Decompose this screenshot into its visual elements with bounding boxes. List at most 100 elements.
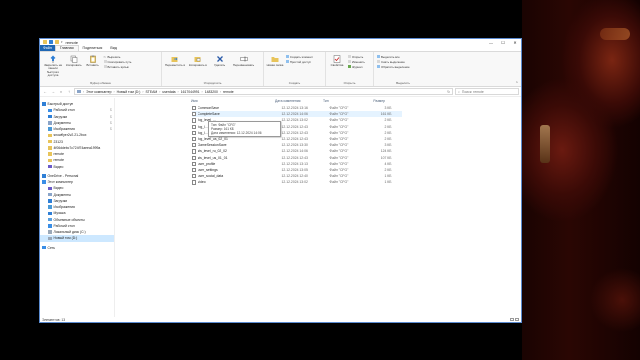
properties-icon[interactable] (49, 40, 53, 44)
breadcrumb-steam[interactable]: STEAM (146, 90, 158, 94)
address-bar[interactable]: › Этот компьютер › Новый том (D:) › STEA… (74, 88, 453, 95)
copy-path-icon (103, 60, 107, 64)
computer-icon (42, 180, 46, 184)
new-folder-button[interactable]: Новая папка (266, 55, 284, 67)
file-icon (192, 106, 196, 111)
new-item-button[interactable]: Создать элемент (285, 54, 313, 59)
cloud-icon (42, 174, 46, 178)
nav-item-label: 4f06ddebc7c724f74aeea1999a (53, 145, 101, 150)
title-bar[interactable]: ▾ remote — ☐ ✕ (40, 39, 521, 45)
back-arrow-icon[interactable]: ← (42, 89, 48, 94)
network-icon (42, 245, 46, 250)
breadcrumb-app-id[interactable]: 1483200 (205, 90, 218, 94)
status-bar: Элементов: 13 (40, 317, 521, 322)
cut-button[interactable]: ✂ Вырезать (104, 55, 132, 60)
navigation-pane[interactable]: Быстрый доступ Рабочий стол ⊼ Загрузки ⊼ Доку… (40, 98, 115, 317)
new-item-label: Создать элемент (289, 54, 313, 59)
large-icons-view-icon[interactable] (515, 317, 519, 322)
create-group: Новая папка Создать элемент Простой дост… (264, 52, 326, 86)
breadcrumb-remote[interactable]: remote (223, 90, 234, 94)
recent-locations-icon[interactable]: ▾ (58, 90, 64, 94)
history-button[interactable]: Журнал (347, 65, 365, 69)
paste-shortcut-button[interactable]: Вставить ярлык (103, 64, 132, 69)
breadcrumb-user-id[interactable]: 1617044991 (181, 90, 200, 94)
up-arrow-icon[interactable]: ↑ (66, 89, 72, 94)
file-row[interactable]: video 12.12.2024 13:02 Файл "CFG" 1 КБ (192, 179, 402, 185)
copy-to-button[interactable]: Копировать в (187, 55, 209, 67)
select-group-label: Выделить (396, 81, 410, 85)
move-to-button[interactable]: Переместить в (164, 55, 186, 67)
paste-label: Вставить (86, 63, 99, 67)
file-icon (192, 180, 196, 185)
folder-icon (48, 158, 52, 163)
file-type: Файл "CFG" (329, 174, 349, 179)
details-view-icon[interactable] (510, 317, 514, 322)
invert-selection-button[interactable]: Обратить выделение (377, 65, 410, 69)
file-date: 12.12.2024 13:05 (281, 168, 308, 173)
close-button[interactable]: ✕ (509, 39, 521, 45)
open-button[interactable]: Открыть (347, 55, 365, 59)
chevron-down-icon[interactable]: ▾ (61, 40, 63, 44)
copy-path-button[interactable]: Скопировать путь (103, 60, 131, 64)
pin-icon[interactable]: ⊼ (110, 115, 112, 119)
edit-button[interactable]: Изменить (347, 60, 365, 64)
breadcrumb-drive-d[interactable]: Новый том (D:) (117, 90, 141, 94)
open-icon (347, 55, 351, 59)
file-type: Файл "CFG" (329, 155, 349, 160)
pin-icon[interactable]: ⊼ (110, 108, 112, 112)
folder-icon (48, 152, 52, 156)
breadcrumb-userdata[interactable]: userdata (162, 90, 175, 94)
new-folder-icon[interactable] (55, 40, 59, 44)
file-type: Файл "CFG" (329, 143, 349, 148)
refresh-icon[interactable]: ↻ (447, 90, 450, 94)
search-input[interactable]: ⌕ Поиск: remote (455, 88, 519, 95)
file-name: user_social_data (197, 174, 224, 179)
folder-icon (48, 133, 52, 138)
3d-objects-icon (48, 217, 52, 222)
column-size[interactable]: Размер (363, 99, 385, 103)
paste-shortcut-label: Вставить ярлык (107, 64, 129, 69)
column-headers: Имя Дата изменения Тип Размер (115, 98, 521, 104)
properties-button[interactable]: Свойства (328, 55, 346, 67)
file-type: Файл "CFG" (329, 124, 349, 129)
minimize-button[interactable]: — (485, 39, 497, 45)
nav-item[interactable]: Сеть (40, 245, 114, 251)
nav-item-label: Документы (53, 120, 71, 125)
tab-share[interactable]: Поделиться (79, 46, 107, 50)
file-type: Файл "CFG" (329, 161, 349, 166)
delete-button[interactable]: Удалить (210, 55, 230, 67)
column-date[interactable]: Дата изменения (275, 99, 323, 103)
copy-to-label: Копировать в (188, 63, 207, 67)
file-icon (192, 155, 196, 160)
forward-arrow-icon[interactable]: → (50, 89, 56, 94)
pin-icon[interactable]: ⊼ (110, 121, 112, 125)
nav-item-label: Видео (53, 164, 64, 169)
paste-button[interactable]: Вставить (84, 55, 102, 67)
pin-quick-access-label: Закрепить на панели быстрого доступа (44, 63, 62, 77)
properties-label: Свойства (330, 63, 344, 67)
rename-button[interactable]: Переименовать (231, 55, 257, 67)
pin-icon[interactable]: ⊼ (110, 127, 112, 131)
nav-item[interactable]: Новый том (D:) (40, 235, 114, 242)
pin-quick-access-button[interactable]: Закрепить на панели быстрого доступа (42, 55, 64, 77)
easy-access-button[interactable]: Простой доступ (285, 59, 313, 64)
select-none-button[interactable]: Снять выделение (377, 60, 410, 64)
select-all-button[interactable]: Выделить все (377, 55, 410, 59)
select-none-label: Снять выделение (381, 59, 405, 64)
file-size: 107 КБ (380, 155, 392, 160)
tab-view[interactable]: Вид (106, 46, 121, 50)
file-list-pane[interactable]: Имя Дата изменения Тип Размер CommonSave… (115, 98, 521, 317)
nav-item[interactable]: Видео (40, 164, 114, 170)
view-buttons (510, 317, 519, 322)
easy-access-label: Простой доступ (289, 59, 312, 64)
file-size: 2 КБ (384, 137, 392, 142)
copy-button[interactable]: Копировать (65, 55, 83, 67)
collapse-ribbon-icon[interactable]: ∧ (516, 80, 518, 84)
breadcrumb-this-pc[interactable]: Этот компьютер (86, 90, 111, 94)
maximize-button[interactable]: ☐ (497, 39, 509, 45)
file-name: CompleteSave (197, 112, 220, 117)
file-type: Файл "CFG" (329, 118, 349, 123)
column-type[interactable]: Тип (323, 99, 363, 103)
column-name[interactable]: Имя (191, 99, 275, 103)
organize-group: Переместить в Копировать в Удалить Переи… (162, 52, 264, 86)
